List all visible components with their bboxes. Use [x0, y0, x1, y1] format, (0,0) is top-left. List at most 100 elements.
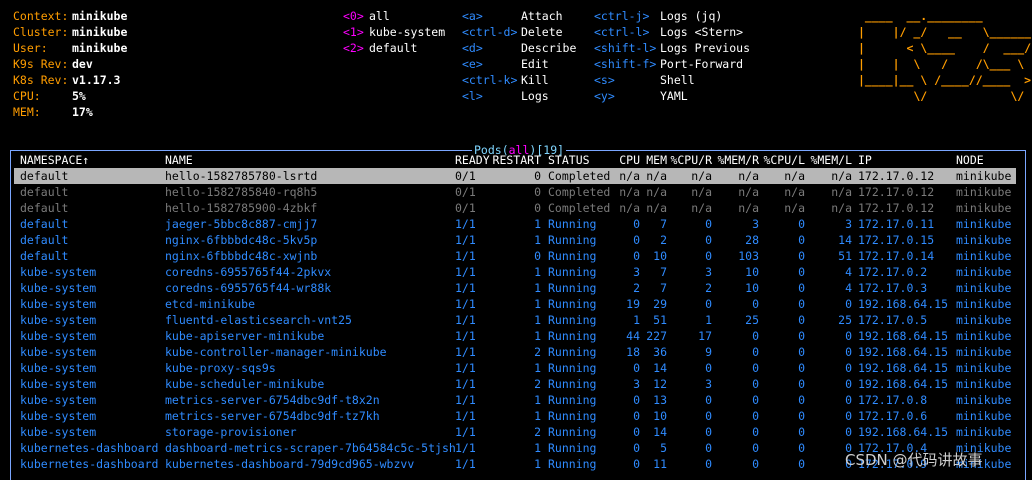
- table-row[interactable]: kube-system metrics-server-6754dbc9df-tz7…: [14, 408, 1016, 424]
- cell-cpur: n/a: [691, 169, 712, 183]
- cell-meml: 0: [845, 393, 852, 407]
- column-header-namespace[interactable]: NAMESPACE↑: [20, 152, 89, 168]
- column-header-cpu[interactable]: CPU: [619, 152, 640, 168]
- cell-ip: 192.168.64.15: [858, 297, 949, 311]
- hotkey-key[interactable]: <s>: [594, 72, 615, 88]
- cell-ip: 172.17.0.15: [858, 233, 935, 247]
- table-row[interactable]: default nginx-6fbbbdc48c-5kv5p 1/1 1 Running…: [14, 232, 1016, 248]
- cell-cpur: 0: [705, 409, 712, 423]
- column-header-cpur[interactable]: %CPU/R: [670, 152, 712, 168]
- cell-node: minikube: [956, 377, 1012, 391]
- cell-restart: 1: [534, 409, 541, 423]
- cell-ready: 1/1: [455, 217, 476, 231]
- column-header-ip[interactable]: IP: [858, 152, 872, 168]
- hotkey-action[interactable]: Delete: [521, 24, 563, 40]
- cell-name: storage-provisioner: [165, 425, 297, 439]
- cell-status: Completed: [548, 201, 611, 215]
- cell-cpul: 0: [798, 393, 805, 407]
- column-header-node[interactable]: NODE: [956, 152, 984, 168]
- hotkey-action[interactable]: Shell: [660, 72, 695, 88]
- hotkey-action[interactable]: Logs (jq): [660, 8, 722, 24]
- table-row[interactable]: default hello-1582785900-4zbkf 0/1 0 Complet…: [14, 200, 1016, 216]
- cell-mem: n/a: [646, 185, 667, 199]
- hotkey-key[interactable]: <l>: [462, 88, 483, 104]
- namespace-name[interactable]: all: [369, 8, 390, 24]
- cell-status: Running: [548, 233, 597, 247]
- column-header-memr[interactable]: %MEM/R: [717, 152, 759, 168]
- hotkey-key[interactable]: <ctrl-l>: [594, 24, 649, 40]
- hotkey-action[interactable]: Attach: [521, 8, 563, 24]
- hotkey-action[interactable]: Logs <Stern>: [660, 24, 743, 40]
- table-row[interactable]: default hello-1582785840-rq8h5 0/1 0 Complet…: [14, 184, 1016, 200]
- namespace-key[interactable]: <2>: [343, 40, 364, 56]
- table-row[interactable]: default jaeger-5bbc8c887-cmjj7 1/1 1 Running…: [14, 216, 1016, 232]
- table-row[interactable]: kube-system kube-apiserver-minikube 1/1 1 Ru…: [14, 328, 1016, 344]
- table-row[interactable]: kube-system storage-provisioner 1/1 2 Runnin…: [14, 424, 1016, 440]
- namespace-name[interactable]: default: [369, 40, 417, 56]
- cell-memr: 3: [752, 217, 759, 231]
- hotkey-key[interactable]: <ctrl-j>: [594, 8, 649, 24]
- cell-restart: 0: [534, 169, 541, 183]
- table-row[interactable]: default nginx-6fbbbdc48c-xwjnb 1/1 0 Running…: [14, 248, 1016, 264]
- column-header-ready[interactable]: READY: [455, 152, 490, 168]
- hotkey-key[interactable]: <y>: [594, 88, 615, 104]
- namespace-name[interactable]: kube-system: [369, 24, 445, 40]
- cell-namespace: kube-system: [20, 409, 97, 423]
- column-header-mem[interactable]: MEM: [646, 152, 667, 168]
- hotkey-action[interactable]: Logs Previous: [660, 40, 750, 56]
- table-row[interactable]: kube-system kube-controller-manager-minik…: [14, 344, 1016, 360]
- cell-memr: 0: [752, 425, 759, 439]
- cell-memr: n/a: [738, 201, 759, 215]
- cell-cpur: 0: [705, 233, 712, 247]
- cell-memr: 28: [745, 233, 759, 247]
- column-header-status[interactable]: STATUS: [548, 152, 590, 168]
- table-row[interactable]: kube-system coredns-6955765f44-2pkvx 1/1 1 R…: [14, 264, 1016, 280]
- cell-cpul: 0: [798, 345, 805, 359]
- column-header-cpul[interactable]: %CPU/L: [763, 152, 805, 168]
- table-row[interactable]: kube-system etcd-minikube 1/1 1 Running 19 29 0…: [14, 296, 1016, 312]
- watermark: CSDN @代码讲故事: [845, 451, 983, 469]
- hotkey-action[interactable]: Edit: [521, 56, 549, 72]
- cell-cpur: n/a: [691, 185, 712, 199]
- column-header-meml[interactable]: %MEM/L: [810, 152, 852, 168]
- cell-mem: 51: [653, 313, 667, 327]
- hotkey-action[interactable]: Logs: [521, 88, 549, 104]
- hotkey-key[interactable]: <shift-l>: [594, 40, 656, 56]
- cell-mem: 10: [653, 409, 667, 423]
- cell-cpul: 0: [798, 457, 805, 471]
- cell-cpu: 19: [626, 297, 640, 311]
- cell-cpu: 0: [633, 217, 640, 231]
- hotkey-key[interactable]: <shift-f>: [594, 56, 656, 72]
- hotkey-key[interactable]: <e>: [462, 56, 483, 72]
- table-row[interactable]: kube-system kube-scheduler-minikube 1/1 2 Ru…: [14, 376, 1016, 392]
- cell-node: minikube: [956, 217, 1012, 231]
- cell-node: minikube: [956, 361, 1012, 375]
- table-row[interactable]: kube-system coredns-6955765f44-wr88k 1/1 1 R…: [14, 280, 1016, 296]
- cell-meml: 0: [845, 297, 852, 311]
- hotkey-key[interactable]: <a>: [462, 8, 483, 24]
- column-header-restart[interactable]: RESTART: [493, 152, 541, 168]
- cell-namespace: kube-system: [20, 313, 97, 327]
- hotkey-key[interactable]: <ctrl-d>: [462, 24, 517, 40]
- hotkey-action[interactable]: Port-Forward: [660, 56, 743, 72]
- namespace-key[interactable]: <0>: [343, 8, 364, 24]
- table-row[interactable]: kube-system kube-proxy-sqs9s 1/1 1 Running 0 1…: [14, 360, 1016, 376]
- cell-ready: 1/1: [455, 361, 476, 375]
- table-row[interactable]: kube-system fluentd-elasticsearch-vnt25 1/…: [14, 312, 1016, 328]
- logo-line: | | \ / /\___ \: [858, 57, 1032, 71]
- hotkey-key[interactable]: <ctrl-k>: [462, 72, 517, 88]
- hotkey-key[interactable]: <d>: [462, 40, 483, 56]
- cell-name: nginx-6fbbbdc48c-5kv5p: [165, 233, 318, 247]
- column-header-name[interactable]: NAME: [165, 152, 193, 168]
- cell-cpur: 0: [705, 361, 712, 375]
- hotkey-action[interactable]: YAML: [660, 88, 688, 104]
- cell-ip: 172.17.0.8: [858, 393, 928, 407]
- namespace-key[interactable]: <1>: [343, 24, 364, 40]
- table-row[interactable]: default hello-1582785780-lsrtd 0/1 0 Complet…: [14, 168, 1016, 184]
- cell-meml: n/a: [831, 201, 852, 215]
- cell-cpur: 2: [705, 281, 712, 295]
- info-label: MEM:: [13, 105, 41, 119]
- table-row[interactable]: kube-system metrics-server-6754dbc9df-t8x…: [14, 392, 1016, 408]
- hotkey-action[interactable]: Kill: [521, 72, 549, 88]
- hotkey-action[interactable]: Describe: [521, 40, 576, 56]
